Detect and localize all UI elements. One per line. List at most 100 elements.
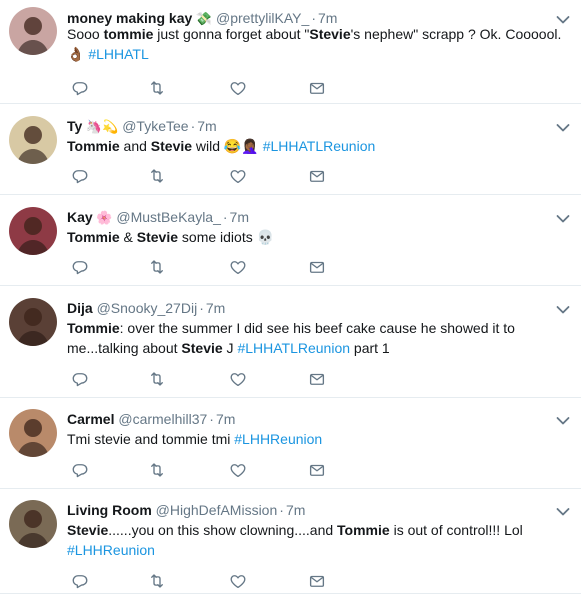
- bold-text: tommie: [103, 26, 154, 42]
- retweet-icon[interactable]: [148, 572, 166, 590]
- tweet-item[interactable]: Kay 🌸 @MustBeKayla_ · 7m Tommie & Stevie so…: [0, 195, 581, 286]
- tweet-header: Ty 🦄💫 @TykeTee · 7m: [67, 117, 217, 136]
- timestamp[interactable]: 7m: [206, 300, 225, 316]
- envelope-icon[interactable]: [308, 370, 326, 388]
- bold-text: Tommie: [337, 522, 390, 538]
- heart-icon[interactable]: [229, 461, 247, 479]
- tweet-text-line2: me...talking about Stevie J #LHHATLReuni…: [67, 338, 567, 358]
- separator-dot: ·: [222, 209, 228, 225]
- chevron-down-icon[interactable]: [556, 504, 570, 516]
- avatar[interactable]: [9, 7, 57, 55]
- tweet-text-segment: Tmi stevie and tommie tmi: [67, 431, 235, 447]
- tweet-header: Living Room @HighDefAMission · 7m: [67, 501, 305, 519]
- envelope-icon[interactable]: [308, 258, 326, 276]
- tweet-actions: [67, 258, 347, 276]
- tweet-actions: [67, 167, 347, 185]
- tweet-item[interactable]: Ty 🦄💫 @TykeTee · 7m Tommie and Stevie wild …: [0, 104, 581, 195]
- separator-dot: ·: [209, 411, 214, 427]
- timestamp[interactable]: 7m: [197, 118, 216, 134]
- tweet-actions: [67, 572, 347, 590]
- chevron-down-icon[interactable]: [556, 302, 570, 314]
- avatar[interactable]: [9, 207, 57, 255]
- tweet-text: Tommie and Stevie wild 😂🤦🏾‍♀️ #LHHATLReu…: [67, 136, 567, 156]
- avatar[interactable]: [9, 298, 57, 346]
- envelope-icon[interactable]: [308, 79, 326, 97]
- heart-icon[interactable]: [229, 370, 247, 388]
- user-handle[interactable]: @MustBeKayla_: [116, 209, 220, 225]
- hashtag-link[interactable]: #LHHReunion: [234, 431, 322, 447]
- retweet-icon[interactable]: [148, 167, 166, 185]
- bold-text: Stevie: [67, 522, 109, 538]
- tweet-header: Dija @Snooky_27Dij · 7m: [67, 299, 225, 317]
- chevron-down-icon[interactable]: [556, 211, 570, 223]
- avatar[interactable]: [9, 500, 57, 548]
- chevron-down-icon[interactable]: [556, 413, 570, 425]
- tweet-text-segment: Sooo: [67, 26, 104, 42]
- user-handle[interactable]: @HighDefAMission: [156, 502, 278, 518]
- tweet-text-segment: wild 😂🤦🏾‍♀️: [192, 138, 263, 154]
- user-handle[interactable]: @Snooky_27Dij: [97, 300, 198, 316]
- retweet-icon[interactable]: [148, 258, 166, 276]
- chevron-down-icon[interactable]: [556, 12, 570, 24]
- tweet-header: Carmel @carmelhill37 · 7m: [67, 410, 235, 428]
- bold-text: Tommie: [67, 138, 120, 154]
- hashtag-link[interactable]: #LHHATL: [88, 46, 148, 62]
- user-handle[interactable]: @TykeTee: [122, 118, 188, 134]
- chevron-down-icon[interactable]: [556, 120, 570, 132]
- name-emoji: 🌸: [92, 210, 113, 225]
- tweet-text-segment: part 1: [350, 340, 390, 356]
- display-name[interactable]: Living Room: [67, 502, 152, 518]
- tweet-text-segment: me...talking about: [67, 340, 182, 356]
- tweet-item[interactable]: Dija @Snooky_27Dij · 7m Tommie: over the su…: [0, 286, 581, 398]
- hashtag-link[interactable]: #LHHReunion: [67, 542, 155, 558]
- avatar[interactable]: [9, 116, 57, 164]
- tweet-item[interactable]: money making kay 💸 @prettylilKAY_ · 7m Sooo…: [0, 0, 581, 104]
- heart-icon[interactable]: [229, 167, 247, 185]
- display-name[interactable]: Carmel: [67, 411, 114, 427]
- tweet-text: Sooo tommie just gonna forget about "Ste…: [67, 24, 567, 44]
- reply-icon[interactable]: [71, 167, 89, 185]
- retweet-icon[interactable]: [148, 79, 166, 97]
- tweet-text-line2: 👌🏾 #LHHATL: [67, 44, 567, 64]
- tweet-item[interactable]: Carmel @carmelhill37 · 7m Tmi stevie and to…: [0, 398, 581, 489]
- bold-text: Tommie: [67, 229, 120, 245]
- avatar[interactable]: [9, 409, 57, 457]
- tweet-actions: [67, 461, 347, 479]
- tweet-header: Kay 🌸 @MustBeKayla_ · 7m: [67, 208, 249, 227]
- timestamp[interactable]: 7m: [286, 502, 305, 518]
- reply-icon[interactable]: [71, 258, 89, 276]
- display-name[interactable]: Kay: [67, 209, 93, 225]
- timestamp[interactable]: 7m: [230, 209, 249, 225]
- bold-text: Stevie: [136, 229, 179, 245]
- retweet-icon[interactable]: [148, 461, 166, 479]
- reply-icon[interactable]: [71, 370, 89, 388]
- tweet-item[interactable]: Living Room @HighDefAMission · 7m Stevie...…: [0, 489, 581, 594]
- bold-text: Tommie: [67, 320, 120, 336]
- separator-dot: ·: [190, 118, 196, 134]
- tweet-text-segment: ......you on this show clowning....and: [108, 522, 338, 538]
- tweet-text: Tommie: over the summer I did see his be…: [67, 318, 567, 338]
- reply-icon[interactable]: [71, 461, 89, 479]
- envelope-icon[interactable]: [308, 167, 326, 185]
- user-handle[interactable]: @carmelhill37: [118, 411, 207, 427]
- display-name[interactable]: Dija: [67, 300, 93, 316]
- hashtag-link[interactable]: #LHHATLReunion: [263, 138, 376, 154]
- tweet-text: Stevie......you on this show clowning...…: [67, 520, 567, 540]
- timestamp[interactable]: 7m: [216, 411, 235, 427]
- tweet-text: Tmi stevie and tommie tmi #LHHReunion: [67, 429, 567, 449]
- tweet-text-segment: is out of control!!! Lol: [389, 522, 523, 538]
- tweet-text-segment: some idiots 💀: [178, 229, 275, 245]
- envelope-icon[interactable]: [308, 461, 326, 479]
- display-name[interactable]: Ty: [67, 118, 82, 134]
- heart-icon[interactable]: [229, 572, 247, 590]
- hashtag-link[interactable]: #LHHATLReunion: [237, 340, 350, 356]
- reply-icon[interactable]: [71, 79, 89, 97]
- tweet-text-segment: 👌🏾: [67, 46, 89, 62]
- retweet-icon[interactable]: [148, 370, 166, 388]
- heart-icon[interactable]: [229, 79, 247, 97]
- separator-dot: ·: [199, 300, 204, 316]
- envelope-icon[interactable]: [308, 572, 326, 590]
- reply-icon[interactable]: [71, 572, 89, 590]
- heart-icon[interactable]: [229, 258, 247, 276]
- tweet-text-segment: just gonna forget about ": [153, 26, 310, 42]
